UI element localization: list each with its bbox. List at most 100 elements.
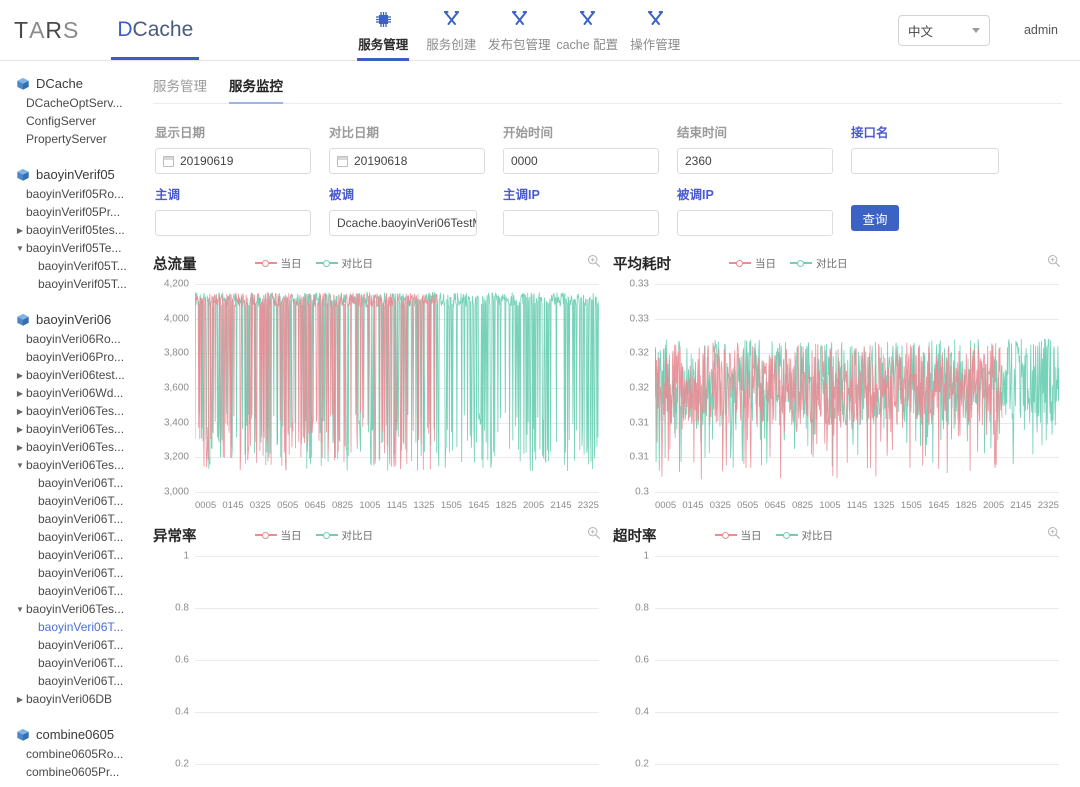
tree-node[interactable]: baoyinVeri06T... xyxy=(0,546,145,564)
field-label: 显示日期 xyxy=(155,126,206,140)
x-axis-tick: 2005 xyxy=(522,500,545,511)
topnav-item-service-create[interactable]: 服务创建 xyxy=(419,8,483,60)
tree-node[interactable]: baoyinVeri06T... xyxy=(0,654,145,672)
tree-node[interactable]: combine0605Pr... xyxy=(0,763,145,781)
chart-header: 平均耗时 当日 对比日 xyxy=(613,250,1065,276)
tree-node[interactable]: ▶ baoyinVeri06Wd... xyxy=(0,384,145,402)
tree-node[interactable]: baoyinVeri06T... xyxy=(0,582,145,600)
tree-node[interactable]: baoyinVerif05T... xyxy=(0,275,145,293)
tree-node[interactable]: baoyinVerif05Pr... xyxy=(0,203,145,221)
caller-ip-input[interactable] xyxy=(503,210,659,236)
legend-item-compare[interactable]: 对比日 xyxy=(790,256,848,271)
x-axis-tick: 1145 xyxy=(846,500,868,511)
form-row-2: 主调 被调 Dcache.baoyinVeri06TestM 主调IP 被调IP… xyxy=(155,184,1062,236)
y-axis-tick: 1 xyxy=(183,550,189,562)
tree-node[interactable]: baoyinVeri06T... xyxy=(0,510,145,528)
tree-node[interactable]: baoyinVeri06T... xyxy=(0,564,145,582)
chevron-right-icon[interactable]: ▶ xyxy=(14,371,26,380)
legend-item-today[interactable]: 当日 xyxy=(714,528,762,543)
chevron-down-icon[interactable]: ▼ xyxy=(14,605,26,614)
chart-legend: 当日 对比日 xyxy=(254,256,373,271)
legend-item-compare[interactable]: 对比日 xyxy=(315,256,373,271)
zoom-in-icon[interactable] xyxy=(1047,526,1061,545)
tree-node-label: baoyinVeri06Tes... xyxy=(26,422,125,436)
tree-group: DCache DCacheOptServ... ConfigServer Proper… xyxy=(0,73,145,148)
legend-item-today[interactable]: 当日 xyxy=(729,256,776,271)
zoom-in-icon[interactable] xyxy=(587,526,601,545)
legend-item-today[interactable]: 当日 xyxy=(254,528,302,543)
service-tree-sidebar[interactable]: DCache DCacheOptServ... ConfigServer Proper… xyxy=(0,61,145,787)
topnav-item-package-management[interactable]: 发布包管理 xyxy=(487,8,551,60)
tree-node[interactable]: baoyinVeri06Ro... xyxy=(0,330,145,348)
tree-node[interactable]: baoyinVeri06T... xyxy=(0,636,145,654)
legend-label: 对比日 xyxy=(341,529,374,542)
callee-ip-input[interactable] xyxy=(677,210,833,236)
chevron-down-icon[interactable]: ▼ xyxy=(14,461,26,470)
end-time-input[interactable]: 2360 xyxy=(677,148,833,174)
topnav-item-cache-config[interactable]: cache 配置 xyxy=(555,8,619,60)
zoom-in-icon[interactable] xyxy=(587,254,601,273)
chevron-right-icon[interactable]: ▶ xyxy=(14,407,26,416)
y-axis-tick: 1 xyxy=(643,550,649,562)
legend-item-compare[interactable]: 对比日 xyxy=(775,528,834,543)
tree-root-DCache[interactable]: DCache xyxy=(0,73,145,94)
tree-root-baoyinVeri06[interactable]: baoyinVeri06 xyxy=(0,309,145,330)
tree-node[interactable]: ▶ baoyinVeri06Tes... xyxy=(0,402,145,420)
topnav-item-service-management[interactable]: 服务管理 xyxy=(351,8,415,61)
y-axis-tick: 0.8 xyxy=(635,602,649,614)
chevron-right-icon[interactable]: ▶ xyxy=(14,226,26,235)
caller-input[interactable] xyxy=(155,210,311,236)
tree-node[interactable]: ▼ baoyinVeri06Tes... xyxy=(0,456,145,474)
tree-group-spacer xyxy=(0,295,145,309)
topnav-item-operation-management[interactable]: 操作管理 xyxy=(623,8,687,60)
tree-node[interactable]: DCacheOptServ... xyxy=(0,94,145,112)
show-date-input[interactable]: 20190619 xyxy=(155,148,311,174)
query-button[interactable]: 查询 xyxy=(851,205,899,231)
start-time-input[interactable]: 0000 xyxy=(503,148,659,174)
tree-node[interactable]: baoyinVerif05Ro... xyxy=(0,185,145,203)
legend-item-today[interactable]: 当日 xyxy=(254,256,302,271)
x-axis-tick: 0325 xyxy=(709,500,731,511)
dcache-brand-tab[interactable]: D Cache xyxy=(111,0,200,60)
tree-node[interactable]: ▶ baoyinVeri06test... xyxy=(0,366,145,384)
tree-node[interactable]: baoyinVeri06T... xyxy=(0,474,145,492)
tree-node[interactable]: ▶ baoyinVerif05tes... xyxy=(0,221,145,239)
tree-node[interactable]: baoyinVeri06T... xyxy=(0,492,145,510)
language-select[interactable]: 中文 xyxy=(897,14,990,46)
tree-node[interactable]: baoyinVeri06T... xyxy=(0,618,145,636)
tree-root-baoyinVerif05[interactable]: baoyinVerif05 xyxy=(0,164,145,185)
tree-node[interactable]: baoyinVerif05T... xyxy=(0,257,145,275)
tars-logo[interactable]: TARS xyxy=(0,0,79,60)
tree-node[interactable]: ▶ baoyinVeri06Tes... xyxy=(0,438,145,456)
tree-node[interactable]: ▶ baoyinVeri06DB xyxy=(0,690,145,708)
legend-label: 对比日 xyxy=(801,529,834,542)
tree-node[interactable]: ▼ baoyinVerif05Te... xyxy=(0,239,145,257)
tree-root-combine0605[interactable]: combine0605 xyxy=(0,724,145,745)
tree-node[interactable]: ▼ baoyinVeri06Tes... xyxy=(0,600,145,618)
chevron-right-icon[interactable]: ▶ xyxy=(14,389,26,398)
field-label: 主调 xyxy=(155,188,181,202)
chevron-down-icon[interactable]: ▼ xyxy=(14,244,26,253)
gridline xyxy=(655,556,1059,557)
zoom-in-icon[interactable] xyxy=(1047,254,1061,273)
tree-node[interactable]: ▶ baoyinVeri06Tes... xyxy=(0,420,145,438)
compare-date-input[interactable]: 20190618 xyxy=(329,148,485,174)
tree-node[interactable]: PropertyServer xyxy=(0,130,145,148)
chevron-right-icon[interactable]: ▶ xyxy=(14,695,26,704)
y-axis-tick: 3,200 xyxy=(163,451,189,463)
chevron-right-icon[interactable]: ▶ xyxy=(14,425,26,434)
tree-node[interactable]: baoyinVeri06Pro... xyxy=(0,348,145,366)
legend-item-compare[interactable]: 对比日 xyxy=(315,528,374,543)
x-axis-tick: 0645 xyxy=(304,500,326,511)
tree-node[interactable]: baoyinVeri06T... xyxy=(0,528,145,546)
tree-node[interactable]: baoyinVeri06T... xyxy=(0,672,145,690)
tree-node[interactable]: ConfigServer xyxy=(0,112,145,130)
interface-name-input[interactable] xyxy=(851,148,999,174)
user-name[interactable]: admin xyxy=(1024,23,1058,37)
tab-service-monitor[interactable]: 服务监控 xyxy=(229,75,283,104)
chevron-right-icon[interactable]: ▶ xyxy=(14,443,26,452)
tree-node[interactable]: combine0605Ro... xyxy=(0,745,145,763)
y-axis-tick: 3,400 xyxy=(163,417,189,429)
callee-input[interactable]: Dcache.baoyinVeri06TestM xyxy=(329,210,477,236)
tab-service-management[interactable]: 服务管理 xyxy=(153,75,207,103)
